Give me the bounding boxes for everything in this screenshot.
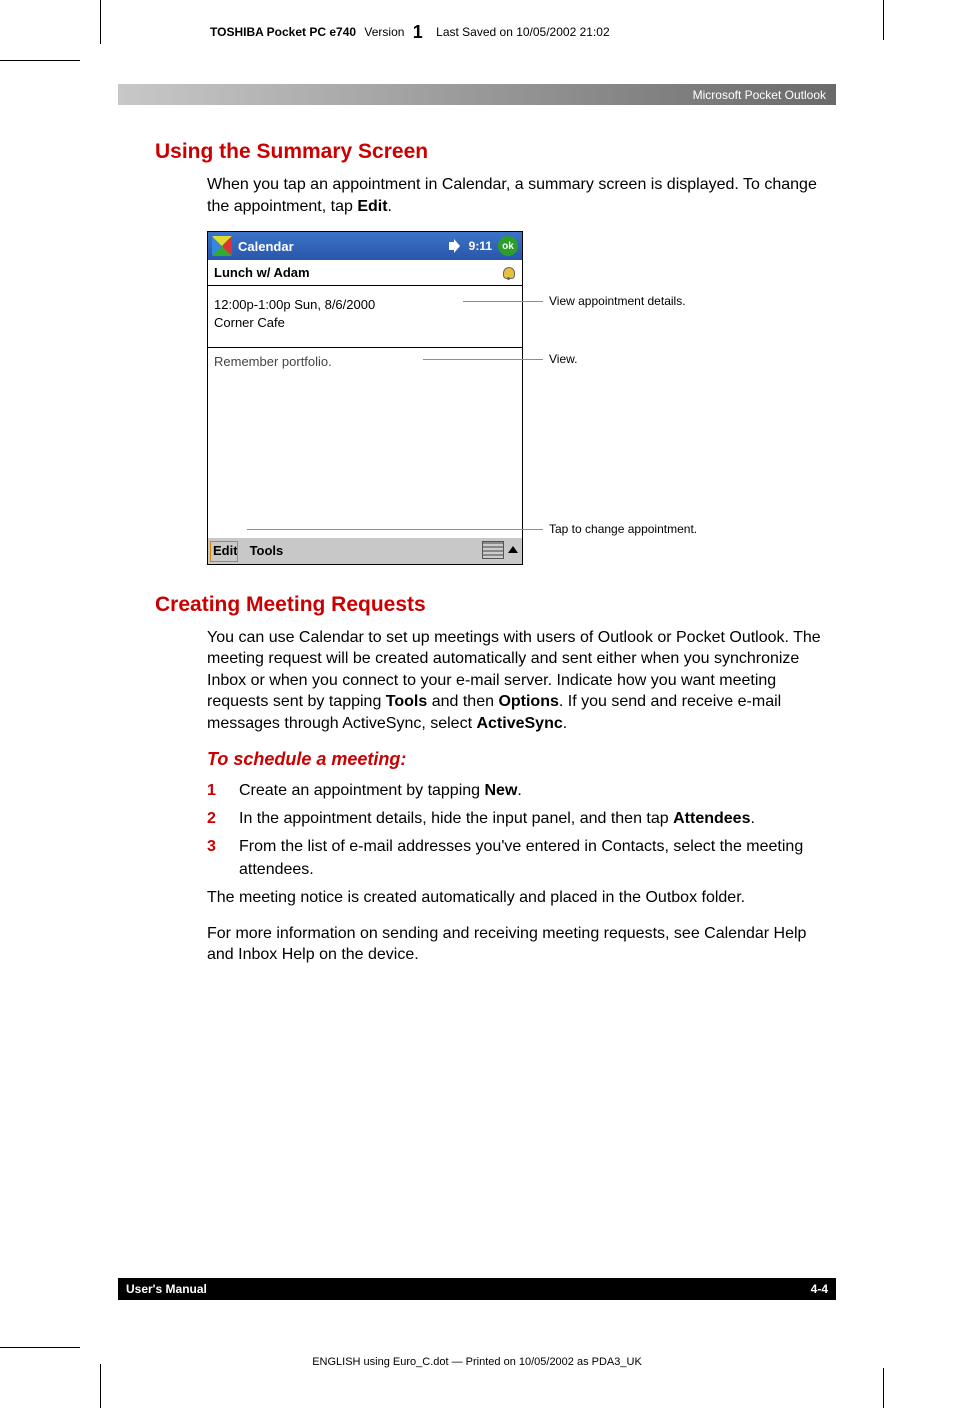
step-number: 1	[207, 780, 223, 802]
speaker-icon[interactable]	[449, 239, 463, 253]
subject-row: Lunch w/ Adam	[208, 260, 522, 286]
footer-left: User's Manual	[126, 1282, 207, 1296]
footer-page-number: 4-4	[811, 1282, 828, 1296]
callout-line	[423, 359, 543, 360]
more-info-paragraph: For more information on sending and rece…	[207, 923, 835, 966]
intro-paragraph: When you tap an appointment in Calendar,…	[207, 174, 835, 217]
ok-button[interactable]: ok	[498, 236, 518, 256]
print-footer: ENGLISH using Euro_C.dot — Printed on 10…	[0, 1356, 954, 1368]
step-text: In the appointment details, hide the inp…	[239, 808, 835, 830]
step-text: Create an appointment by tapping New.	[239, 780, 835, 802]
version-label: Version	[364, 25, 404, 39]
menu-edit[interactable]: Edit	[213, 543, 238, 558]
callout-view: View.	[549, 352, 577, 366]
detail-datetime: 12:00p-1:00p Sun, 8/6/2000	[214, 296, 516, 314]
outbox-paragraph: The meeting notice is created automatica…	[207, 887, 835, 909]
callout-line	[247, 529, 543, 530]
step-text: From the list of e-mail addresses you've…	[239, 836, 835, 881]
callout-line	[463, 301, 543, 302]
start-flag-icon[interactable]	[212, 236, 232, 256]
crop-mark	[100, 1364, 101, 1408]
saved-timestamp: Last Saved on 10/05/2002 21:02	[436, 25, 609, 39]
step-number: 2	[207, 808, 223, 830]
calendar-summary-screenshot: Calendar 9:11 ok Lunch w/ Adam 12:00p-1:…	[207, 231, 523, 564]
section-heading-meeting: Creating Meeting Requests	[155, 593, 835, 617]
callout-details: View appointment details.	[549, 294, 686, 308]
bottom-menubar: Edit Tools	[208, 538, 522, 564]
crop-mark	[100, 0, 101, 44]
appointment-notes: Remember portfolio.	[208, 348, 522, 538]
input-panel-caret-icon[interactable]	[508, 546, 518, 553]
callout-change: Tap to change appointment.	[549, 522, 697, 536]
crop-mark	[883, 0, 884, 40]
subheading-schedule: To schedule a meeting:	[207, 749, 835, 770]
version-number: 1	[413, 22, 423, 42]
product-name: TOSHIBA Pocket PC e740	[210, 25, 356, 39]
step-item: 3 From the list of e-mail addresses you'…	[207, 836, 835, 881]
app-title: Calendar	[238, 239, 443, 254]
reminder-bell-icon[interactable]	[500, 265, 516, 281]
chapter-banner: Microsoft Pocket Outlook	[118, 84, 836, 105]
menu-tools[interactable]: Tools	[250, 543, 284, 558]
step-item: 1 Create an appointment by tapping New.	[207, 780, 835, 802]
section-heading-summary: Using the Summary Screen	[155, 140, 835, 164]
appointment-subject: Lunch w/ Adam	[214, 265, 310, 280]
steps-list: 1 Create an appointment by tapping New. …	[207, 780, 835, 882]
footer-bar: User's Manual 4-4	[118, 1278, 836, 1300]
clock-time[interactable]: 9:11	[469, 239, 492, 253]
detail-location: Corner Cafe	[214, 314, 516, 332]
window-titlebar: Calendar 9:11 ok	[208, 232, 522, 260]
appointment-details: 12:00p-1:00p Sun, 8/6/2000 Corner Cafe	[208, 286, 522, 347]
crop-mark	[0, 1347, 80, 1348]
crop-mark	[883, 1368, 884, 1408]
step-number: 3	[207, 836, 223, 881]
crop-mark	[0, 60, 80, 61]
running-header: TOSHIBA Pocket PC e740 Version 1 Last Sa…	[210, 22, 834, 43]
step-item: 2 In the appointment details, hide the i…	[207, 808, 835, 830]
meeting-paragraph: You can use Calendar to set up meetings …	[207, 627, 835, 735]
keyboard-icon[interactable]	[482, 541, 504, 559]
chapter-title: Microsoft Pocket Outlook	[693, 88, 826, 102]
